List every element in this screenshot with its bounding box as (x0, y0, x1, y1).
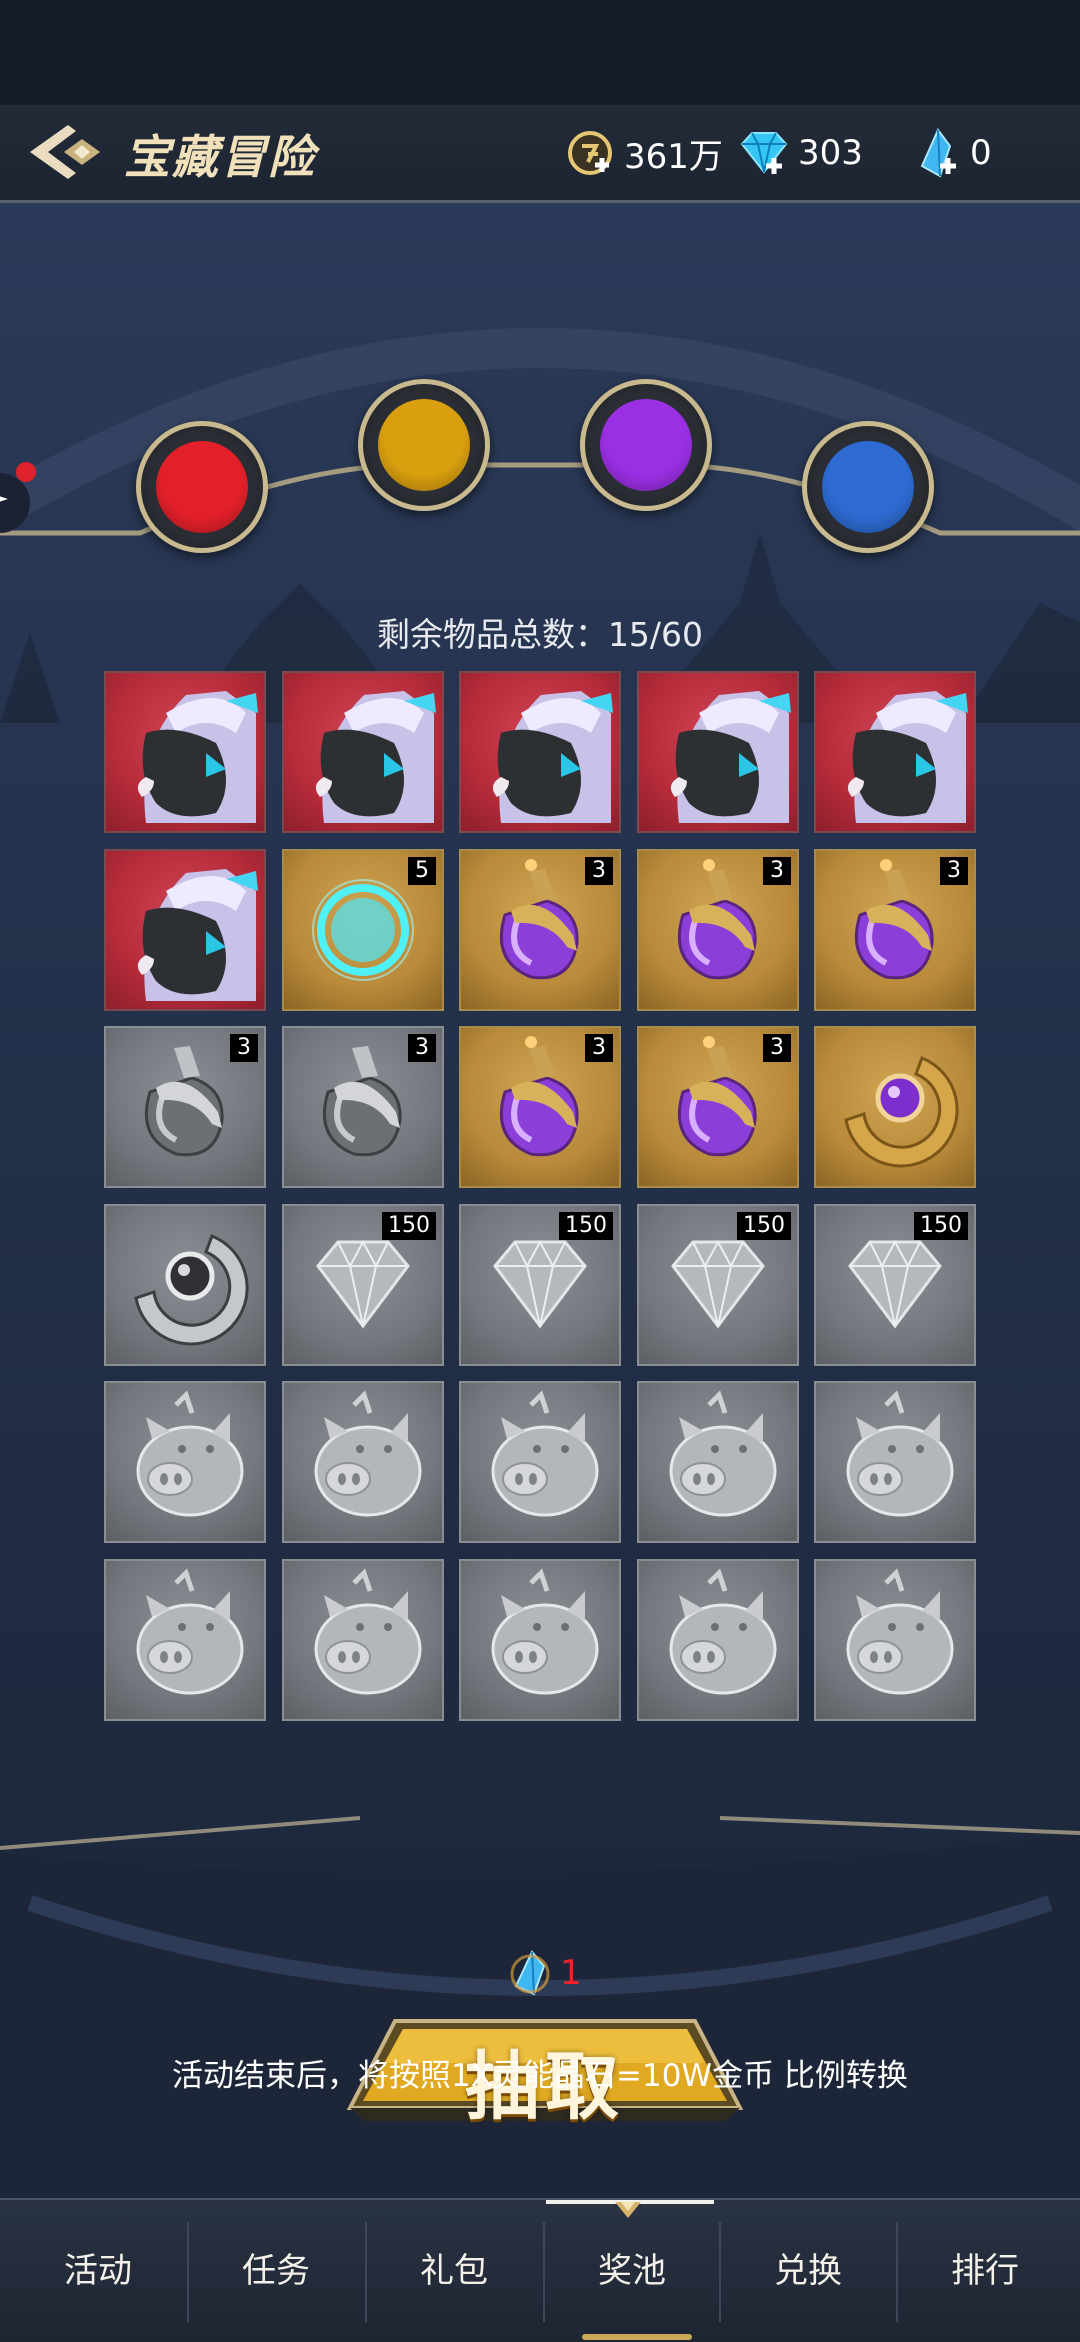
reward-slot[interactable] (282, 1559, 444, 1721)
crystal-counter: 0 (912, 125, 992, 181)
home-indicator (582, 2334, 692, 2340)
reward-slot[interactable]: 3 (104, 1026, 266, 1188)
reward-slot[interactable]: 3 (459, 1026, 621, 1188)
tab-prize-pool[interactable]: 奖池 (543, 2200, 721, 2342)
page-title: 宝藏冒险 (124, 130, 316, 184)
remaining-items-count: 剩余物品总数：15/60 (376, 615, 704, 654)
diamond-amount: 303 (798, 133, 863, 173)
item-quantity-badge: 150 (382, 1212, 436, 1240)
reward-slot[interactable]: 150 (282, 1204, 444, 1366)
reward-slot[interactable] (637, 1559, 799, 1721)
reward-slot[interactable]: 5 (282, 849, 444, 1011)
item-quantity-badge: 150 (737, 1212, 791, 1240)
gold-coin-icon (568, 131, 612, 175)
reward-slot[interactable] (104, 1559, 266, 1721)
tab-activity[interactable]: 活动 (9, 2200, 187, 2342)
status-bar-area (0, 0, 1080, 105)
reward-slot[interactable] (459, 1381, 621, 1543)
reward-slot[interactable]: 150 (459, 1204, 621, 1366)
back-button[interactable] (24, 119, 114, 185)
tab-tasks[interactable]: 任务 (187, 2200, 365, 2342)
reward-slot[interactable]: 3 (814, 849, 976, 1011)
reward-slot[interactable] (282, 671, 444, 833)
item-quantity-badge: 150 (559, 1212, 613, 1240)
crystal-icon (510, 1950, 550, 1996)
header-bar: 宝藏冒险 361万 303 0 (0, 105, 1080, 203)
tab-ranking[interactable]: 排行 (896, 2200, 1074, 2342)
reward-slot[interactable] (104, 1381, 266, 1543)
tab-gift-pack[interactable]: 礼包 (365, 2200, 543, 2342)
reward-slot[interactable] (104, 671, 266, 833)
item-quantity-badge: 3 (408, 1034, 436, 1062)
reward-slot[interactable]: 150 (637, 1204, 799, 1366)
reward-slot[interactable] (637, 671, 799, 833)
reward-slot[interactable] (814, 1026, 976, 1188)
purple-orb[interactable] (580, 379, 712, 511)
reward-slot[interactable] (814, 1559, 976, 1721)
red-orb-core (156, 441, 248, 533)
item-quantity-badge: 150 (914, 1212, 968, 1240)
back-arrow-icon (30, 125, 100, 179)
reward-slot[interactable]: 150 (814, 1204, 976, 1366)
gold-counter: 361万 (566, 125, 723, 181)
item-quantity-badge: 3 (585, 857, 613, 885)
blue-orb[interactable] (802, 421, 934, 553)
item-quantity-badge: 3 (585, 1034, 613, 1062)
reward-slot[interactable]: 3 (282, 1026, 444, 1188)
reward-slot[interactable]: 3 (459, 849, 621, 1011)
gold-amount: 361万 (624, 136, 723, 177)
reward-slot[interactable] (637, 1381, 799, 1543)
purple-orb-core (600, 399, 692, 491)
reward-slot[interactable] (459, 671, 621, 833)
bottom-nav: 活动 任务 礼包 奖池 兑换 排行 (0, 2198, 1080, 2342)
diamond-counter: 303 (738, 125, 863, 181)
reward-slot[interactable]: 3 (637, 849, 799, 1011)
reward-slot[interactable] (282, 1381, 444, 1543)
blue-orb-core (822, 441, 914, 533)
item-quantity-badge: 3 (763, 857, 791, 885)
reward-slot[interactable]: 3 (637, 1026, 799, 1188)
reward-slot[interactable] (814, 671, 976, 833)
red-orb[interactable] (136, 421, 268, 553)
gold-orb[interactable] (358, 379, 490, 511)
reward-slot[interactable] (104, 849, 266, 1011)
crystal-icon (920, 128, 956, 178)
treasure-panel: 剩余物品总数：15/60 5 3 3 3 3 3 3 3 150 150 150 150 1 抽取 活… (0, 203, 1080, 2198)
item-quantity-badge: 3 (940, 857, 968, 885)
item-quantity-badge: 5 (408, 857, 436, 885)
reward-slot[interactable] (814, 1381, 976, 1543)
reward-slot[interactable] (459, 1559, 621, 1721)
crystal-amount: 0 (970, 133, 992, 173)
draw-cost-amount: 1 (560, 1953, 582, 1993)
item-quantity-badge: 3 (763, 1034, 791, 1062)
gold-orb-core (378, 399, 470, 491)
tab-exchange[interactable]: 兑换 (719, 2200, 897, 2342)
draw-cost: 1 (508, 1948, 582, 1998)
diamond-icon (740, 132, 788, 174)
conversion-notice: 活动结束后，将按照1X灵能晶石=10W金币 比例转换 (172, 2058, 908, 2094)
item-quantity-badge: 3 (230, 1034, 258, 1062)
reward-slot[interactable] (104, 1204, 266, 1366)
